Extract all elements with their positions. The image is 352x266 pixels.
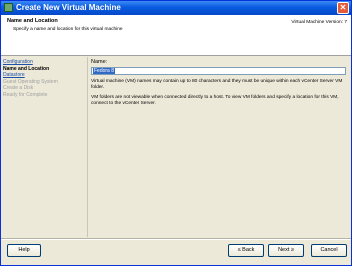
vm-name-value: Fedora 8 bbox=[93, 68, 116, 74]
window-title: Create New Virtual Machine bbox=[16, 3, 121, 12]
nav-divider bbox=[87, 57, 88, 237]
wizard-window: Create New Virtual Machine ✕ Name and Lo… bbox=[0, 0, 352, 266]
vm-name-input[interactable]: Fedora 8 bbox=[91, 67, 346, 75]
page-subtitle: Specify a name and location for this vir… bbox=[13, 27, 123, 32]
wizard-steps: Configuration Name and Location Datastor… bbox=[3, 59, 83, 98]
page-header: Name and Location Specify a name and loc… bbox=[1, 15, 351, 56]
close-icon: ✕ bbox=[339, 3, 347, 12]
footer-divider bbox=[1, 238, 351, 240]
back-button[interactable]: ≤ Back bbox=[228, 244, 264, 257]
close-button[interactable]: ✕ bbox=[337, 2, 349, 14]
step-ready-for-complete: Ready for Complete bbox=[3, 91, 48, 98]
name-label: Name: bbox=[91, 59, 108, 65]
folder-help-text: VM folders are not viewable when connect… bbox=[91, 95, 339, 106]
help-button[interactable]: Help bbox=[7, 244, 41, 257]
title-bar[interactable]: Create New Virtual Machine ✕ bbox=[1, 1, 351, 15]
page-title: Name and Location bbox=[7, 18, 58, 24]
vm-icon bbox=[4, 3, 13, 12]
vm-version-label: Virtual Machine Version: 7 bbox=[291, 20, 347, 25]
name-help-text: Virtual machine (VM) names may contain u… bbox=[91, 79, 343, 90]
cancel-button[interactable]: Cancel bbox=[311, 244, 347, 257]
next-button[interactable]: Next ≥ bbox=[268, 244, 304, 257]
